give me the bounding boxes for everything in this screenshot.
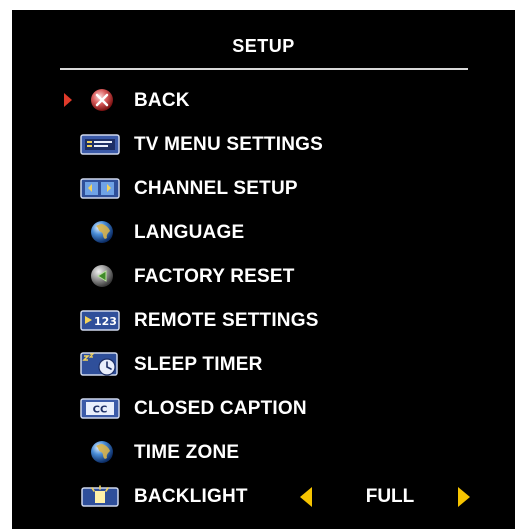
tv-menu-settings-icon [80,130,120,158]
channel-setup-icon [80,174,120,202]
menu-item-time-zone[interactable]: TIME ZONE [12,430,515,474]
menu-item-closed-caption[interactable]: CC CLOSED CAPTION [12,386,515,430]
menu-item-label: CHANNEL SETUP [134,178,298,199]
sleep-timer-icon [80,350,120,378]
menu-item-label: CLOSED CAPTION [134,398,307,419]
increase-arrow-icon[interactable] [458,487,470,507]
selection-cursor-icon [64,93,72,107]
back-x-icon [80,86,120,114]
menu-item-tv-menu-settings[interactable]: TV MENU SETTINGS [12,122,515,166]
menu-item-label: BACK [134,90,190,111]
menu-item-language[interactable]: LANGUAGE [12,210,515,254]
menu-item-label: FACTORY RESET [134,266,295,287]
menu-item-label: TV MENU SETTINGS [134,134,323,155]
decrease-arrow-icon[interactable] [300,487,312,507]
backlight-icon [80,482,120,510]
menu-item-label: LANGUAGE [134,222,245,243]
backlight-value: FULL [365,486,415,507]
menu-item-sleep-timer[interactable]: SLEEP TIMER [12,342,515,386]
menu-item-backlight[interactable]: BACKLIGHT FULL [12,474,515,518]
menu-item-back[interactable]: BACK [12,78,515,122]
menu-title: SETUP [232,36,295,56]
menu-item-label: TIME ZONE [134,442,240,463]
remote-settings-icon: 123 [80,306,120,334]
closed-caption-icon: CC [80,394,120,422]
setup-menu-panel: SETUP BACK TV MENU SETTINGS CHANNEL SETU… [12,10,515,529]
setup-menu-list: BACK TV MENU SETTINGS CHANNEL SETUP LANG… [12,78,515,518]
globe-icon [80,218,120,246]
menu-item-label: BACKLIGHT [134,486,248,507]
menu-item-label: SLEEP TIMER [134,354,263,375]
menu-item-remote-settings[interactable]: 123 REMOTE SETTINGS [12,298,515,342]
svg-text:CC: CC [93,405,108,416]
factory-reset-icon [80,262,120,290]
svg-text:123: 123 [94,315,117,328]
title-divider [60,68,468,70]
menu-item-channel-setup[interactable]: CHANNEL SETUP [12,166,515,210]
globe-icon [80,438,120,466]
menu-item-label: REMOTE SETTINGS [134,310,319,331]
menu-item-factory-reset[interactable]: FACTORY RESET [12,254,515,298]
